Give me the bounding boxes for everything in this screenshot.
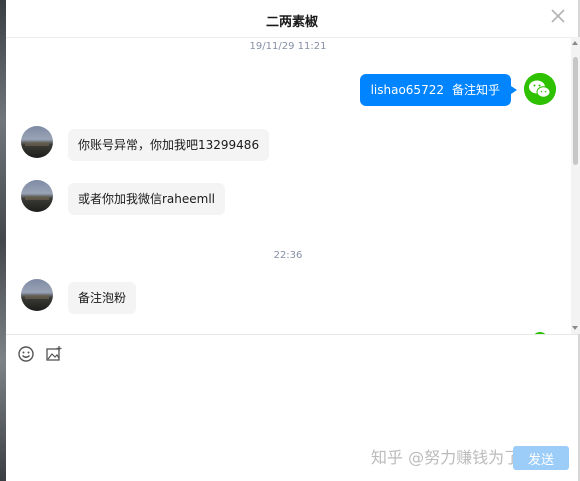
scrollbar-thumb[interactable] [573, 57, 578, 165]
incoming-message[interactable]: 你账号异常，你加我吧13299486 [68, 129, 270, 161]
wechat-icon[interactable] [524, 73, 556, 105]
close-icon[interactable] [548, 6, 568, 26]
timestamp: 19/11/29 11:21 [249, 41, 327, 52]
avatar[interactable] [21, 180, 53, 212]
message-text: 备注知乎 [451, 83, 500, 97]
chat-title: 二两素椒 [265, 15, 318, 30]
avatar[interactable] [21, 126, 53, 158]
message-text: lishao65722 [370, 83, 444, 97]
outgoing-message[interactable]: lishao65722 备注知乎 [359, 74, 517, 106]
bubble-tail [511, 86, 517, 94]
scroll-down-arrow[interactable] [572, 326, 578, 330]
image-icon[interactable] [45, 345, 63, 363]
incoming-message[interactable]: 备注泡粉 [68, 282, 137, 314]
incoming-message[interactable]: 或者你加我微信raheemll [68, 183, 226, 215]
scroll-up-arrow[interactable] [572, 41, 578, 45]
emoji-icon[interactable] [17, 345, 35, 363]
scrollbar[interactable] [571, 37, 580, 334]
timestamp: 22:36 [273, 250, 303, 261]
send-button[interactable]: 发送 [513, 446, 569, 470]
message-list[interactable]: 19/11/29 11:21 lishao65722 备注知乎 你账号异常，你加我… [6, 37, 570, 334]
avatar[interactable] [21, 279, 53, 311]
chat-header: 二两素椒 [6, 0, 578, 38]
